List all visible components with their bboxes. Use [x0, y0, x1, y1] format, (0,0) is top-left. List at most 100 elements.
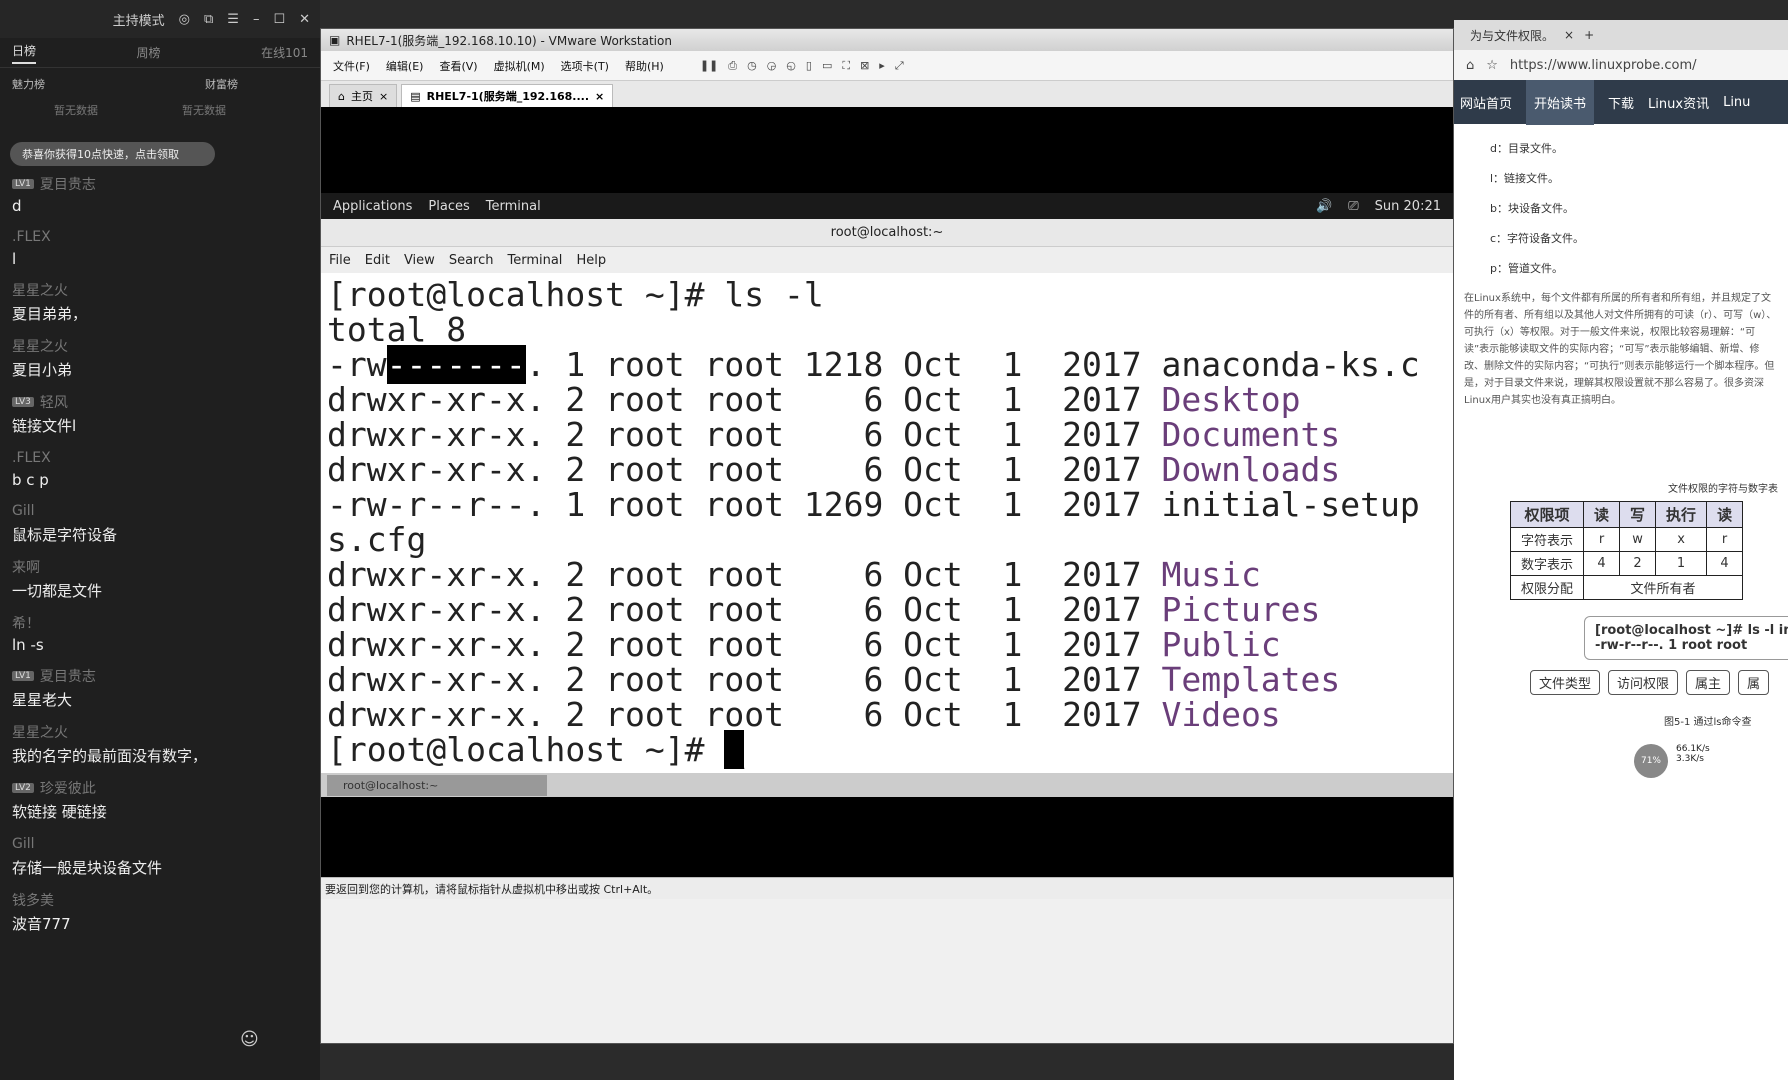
taskbar-terminal[interactable]: root@localhost:~ [327, 774, 547, 796]
nav-read[interactable]: 开始读书 [1526, 79, 1595, 125]
chat-user[interactable]: .FLEX [12, 227, 308, 247]
term-menu-terminal[interactable]: Terminal [507, 253, 562, 268]
chat-user[interactable]: Gill [12, 501, 308, 521]
reward-banner[interactable]: 恭喜你获得10点快速，点击领取 [10, 142, 215, 166]
term-menu-help[interactable]: Help [576, 253, 606, 268]
tab-daily[interactable]: 日榜 [12, 42, 37, 64]
close-icon[interactable]: ✕ [299, 12, 310, 27]
manage-snapshots-icon[interactable]: ◵ [786, 59, 796, 73]
close-icon[interactable]: × [379, 90, 388, 103]
applications-menu[interactable]: Applications [333, 199, 412, 214]
close-icon[interactable]: × [595, 90, 604, 103]
chat-user[interactable]: 钱多美 [12, 890, 308, 910]
menu-vm[interactable]: 虚拟机(M) [494, 58, 545, 74]
terminal-menu[interactable]: Terminal [486, 199, 541, 214]
close-icon[interactable]: × [1564, 28, 1574, 42]
tab-vm[interactable]: ▤ RHEL7-1(服务端_192.168.... × [401, 84, 614, 107]
chat-user[interactable]: 星星之火 [12, 280, 308, 300]
chat-user[interactable]: 星星之火 [12, 336, 308, 356]
menu-edit[interactable]: 编辑(E) [386, 58, 424, 74]
nav-news[interactable]: Linux资讯 [1648, 93, 1709, 112]
window-title-bar: ▣ RHEL7-1(服务端_192.168.10.10) - VMware Wo… [321, 29, 1453, 51]
home-icon[interactable]: ⌂ [1466, 58, 1474, 73]
permissions-dot: . [525, 485, 546, 524]
table-cell: r [1706, 527, 1744, 552]
chat-user[interactable]: 星星之火 [12, 722, 308, 742]
chat-user[interactable]: 来啊 [12, 557, 308, 577]
minimize-icon[interactable]: – [253, 12, 260, 27]
fullscreen-icon[interactable]: ⛶ [842, 59, 850, 73]
term-menu-view[interactable]: View [404, 253, 435, 268]
places-menu[interactable]: Places [428, 199, 469, 214]
chat-user[interactable]: LV1 夏目贵志 [12, 174, 308, 194]
console-icon[interactable]: ▸ [879, 59, 885, 73]
vm-menubar: 文件(F) 编辑(E) 查看(V) 虚拟机(M) 选项卡(T) 帮助(H) ❚❚… [321, 51, 1453, 81]
table-row: 字符表示 r w x r [1509, 527, 1744, 552]
table-cell: 文件所有者 [1583, 575, 1744, 600]
terminal-output[interactable]: [root@localhost ~]# ls -l total 8 -rw-----… [321, 273, 1453, 773]
sidebar-icon[interactable]: ▯ [806, 59, 812, 73]
chat-username: 夏目贵志 [39, 177, 96, 193]
total-line: total 8 [327, 310, 467, 349]
thumbnail-icon[interactable]: ▭ [822, 59, 832, 73]
vm-status-bar: 要返回到您的计算机，请将鼠标指针从虚拟机中移出或按 Ctrl+Alt。 [321, 877, 1453, 899]
term-menu-search[interactable]: Search [449, 253, 494, 268]
home-icon: ⌂ [338, 89, 345, 103]
figure-caption: 图5-1 通过ls命令查 [1664, 717, 1752, 728]
table-cell: 2 [1619, 551, 1657, 576]
menu-icon[interactable]: ☰ [227, 12, 239, 27]
tab-home[interactable]: ⌂ 主页 × [329, 84, 398, 107]
table-row: 权限项读写执行读 [1509, 501, 1744, 528]
directory-name: Desktop [1161, 380, 1301, 419]
send-keys-icon[interactable]: ⎙ [728, 59, 737, 73]
table-cell: 读 [1706, 501, 1744, 528]
chat-user[interactable]: LV3 轻风 [12, 392, 308, 412]
new-tab-icon[interactable]: + [1584, 28, 1594, 42]
url-field[interactable]: https://www.linuxprobe.com/ [1510, 58, 1697, 73]
nav-more[interactable]: Linu [1723, 95, 1750, 110]
stretch-icon[interactable]: ⤢ [895, 59, 904, 73]
tab-weekly[interactable]: 周榜 [137, 44, 161, 61]
tab-online[interactable]: 在线101 [261, 44, 308, 61]
snapshot-icon[interactable]: ◷ [747, 59, 757, 73]
nav-home[interactable]: 网站首页 [1460, 93, 1512, 112]
popout-icon[interactable]: ⧉ [204, 12, 213, 27]
term-menu-edit[interactable]: Edit [365, 253, 390, 268]
browser-tab[interactable]: 为与文件权限。 [1470, 27, 1554, 44]
listing: -rw-------. 1 root root 1218 Oct 1 2017 … [327, 345, 1447, 734]
settings-icon[interactable]: ◎ [179, 12, 190, 27]
chat-message: Gill 存储一般是块设备文件 [12, 834, 308, 878]
permissions: drwxr-xr-x [327, 380, 526, 419]
directory-name: Videos [1161, 695, 1281, 734]
chat-message: 希！ ln -s [12, 613, 308, 654]
chat-user[interactable]: LV1 夏目贵志 [12, 666, 308, 686]
table-cell: 4 [1706, 551, 1744, 576]
clock[interactable]: Sun 20:21 [1375, 199, 1441, 214]
menu-file[interactable]: 文件(F) [333, 58, 370, 74]
pause-icon[interactable]: ❚❚ [700, 59, 718, 73]
term-menu-file[interactable]: File [329, 253, 351, 268]
chat-message: 钱多美 波音777 [12, 890, 308, 934]
star-icon[interactable]: ☆ [1486, 58, 1498, 73]
chat-user[interactable]: LV2 珍爱彼此 [12, 778, 308, 798]
network-icon[interactable]: ⎚ [1348, 199, 1358, 214]
chat-user[interactable]: Gill [12, 834, 308, 854]
file-meta: 2 root root 6 Oct 1 2017 [545, 695, 1162, 734]
list-item: p：管道文件。 [1490, 262, 1563, 275]
maximize-icon[interactable]: ☐ [273, 12, 285, 27]
permissions-dot: . [525, 415, 546, 454]
chat-user[interactable]: .FLEX [12, 448, 308, 468]
unity-icon[interactable]: ⊠ [860, 59, 869, 73]
menu-help[interactable]: 帮助(H) [625, 58, 664, 74]
chat-user[interactable]: 希！ [12, 613, 308, 633]
menu-tabs[interactable]: 选项卡(T) [561, 58, 609, 74]
chat-message: Gill 鼠标是字符设备 [12, 501, 308, 545]
emoji-icon[interactable]: ☺ [240, 1029, 259, 1050]
nav-download[interactable]: 下载 [1608, 93, 1634, 112]
charm-rank[interactable]: 魅力榜 [12, 76, 45, 92]
revert-icon[interactable]: ◶ [767, 59, 777, 73]
wealth-rank[interactable]: 财富榜 [205, 76, 238, 92]
menu-view[interactable]: 查看(V) [439, 58, 477, 74]
listing-row: drwxr-xr-x. 2 root root 6 Oct 1 2017 Pic… [327, 592, 1447, 627]
volume-icon[interactable]: 🔊 [1316, 199, 1332, 214]
